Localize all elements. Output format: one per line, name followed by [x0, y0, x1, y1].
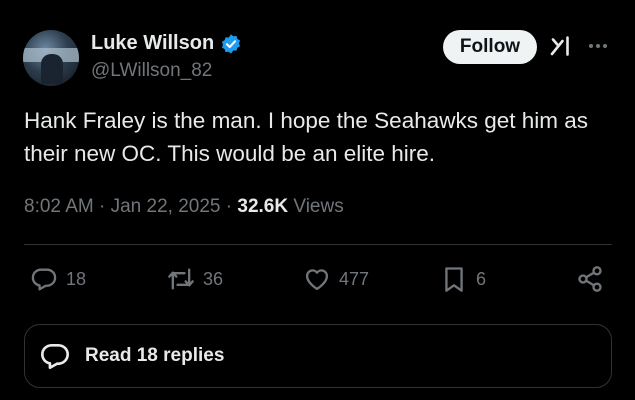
avatar[interactable]: [23, 30, 79, 86]
views-label: Views: [293, 196, 344, 217]
share-button[interactable]: [576, 264, 604, 294]
like-count: 477: [339, 268, 370, 289]
repost-icon: [168, 268, 194, 290]
reply-button[interactable]: 18: [30, 264, 86, 294]
repost-count: 36: [203, 268, 224, 289]
grok-icon[interactable]: [549, 34, 573, 58]
meta-separator: ·: [99, 196, 106, 217]
divider: [24, 244, 612, 245]
views-count: 32.6K: [237, 196, 289, 217]
reply-bubble-icon: [41, 344, 69, 370]
author-name-row: Luke Willson: [91, 32, 242, 55]
author-handle[interactable]: @LWillson_82: [91, 60, 212, 82]
author-display-name[interactable]: Luke Willson: [91, 32, 214, 55]
follow-button[interactable]: Follow: [443, 30, 537, 64]
tweet-date[interactable]: Jan 22, 2025: [111, 196, 221, 217]
verified-badge-icon: [220, 33, 242, 55]
like-button[interactable]: 477: [303, 264, 369, 294]
reply-icon: [31, 268, 57, 291]
bookmark-button[interactable]: 6: [440, 264, 486, 294]
meta-separator: ·: [225, 196, 233, 217]
share-icon: [578, 266, 602, 292]
more-icon[interactable]: [586, 36, 610, 56]
tweet-meta: 8:02 AM · Jan 22, 2025 · 32.6K Views: [24, 196, 344, 218]
tweet-text: Hank Fraley is the man. I hope the Seaha…: [24, 108, 589, 166]
reply-count: 18: [66, 268, 87, 289]
heart-icon: [305, 269, 329, 291]
bookmark-icon: [445, 267, 463, 292]
read-replies-label: Read 18 replies: [85, 345, 225, 366]
tweet-time[interactable]: 8:02 AM: [24, 196, 94, 217]
repost-button[interactable]: 36: [167, 264, 223, 294]
avatar-figure: [41, 54, 63, 84]
read-replies-button[interactable]: Read 18 replies: [24, 324, 612, 388]
bookmark-count: 6: [476, 268, 487, 289]
